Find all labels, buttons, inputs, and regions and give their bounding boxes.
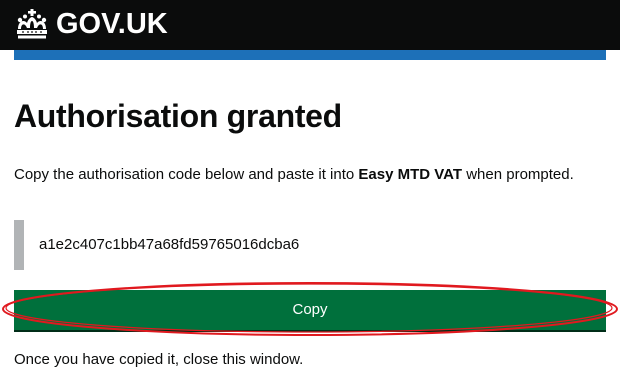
closing-instructions: Once you have copied it, close this wind… xyxy=(14,351,304,368)
inset-border xyxy=(14,220,24,270)
copy-button[interactable]: Copy xyxy=(14,290,606,330)
auth-code-inset: a1e2c407c1bb47a68fd59765016dcba6 xyxy=(14,220,606,270)
instructions-app-name: Easy MTD VAT xyxy=(358,166,463,183)
instructions-text: Copy the authorisation code below and pa… xyxy=(14,164,574,186)
crown-icon xyxy=(17,9,47,39)
logo-text: GOV.UK xyxy=(56,8,168,40)
page-title: Authorisation granted xyxy=(14,98,342,134)
instructions-suffix: when prompted. xyxy=(462,166,574,183)
govuk-logo-link[interactable]: GOV.UK xyxy=(14,7,168,41)
auth-code: a1e2c407c1bb47a68fd59765016dcba6 xyxy=(39,236,300,253)
govuk-header: GOV.UK xyxy=(0,0,620,50)
instructions-prefix: Copy the authorisation code below and pa… xyxy=(14,166,359,183)
header-accent-bar xyxy=(14,50,606,60)
